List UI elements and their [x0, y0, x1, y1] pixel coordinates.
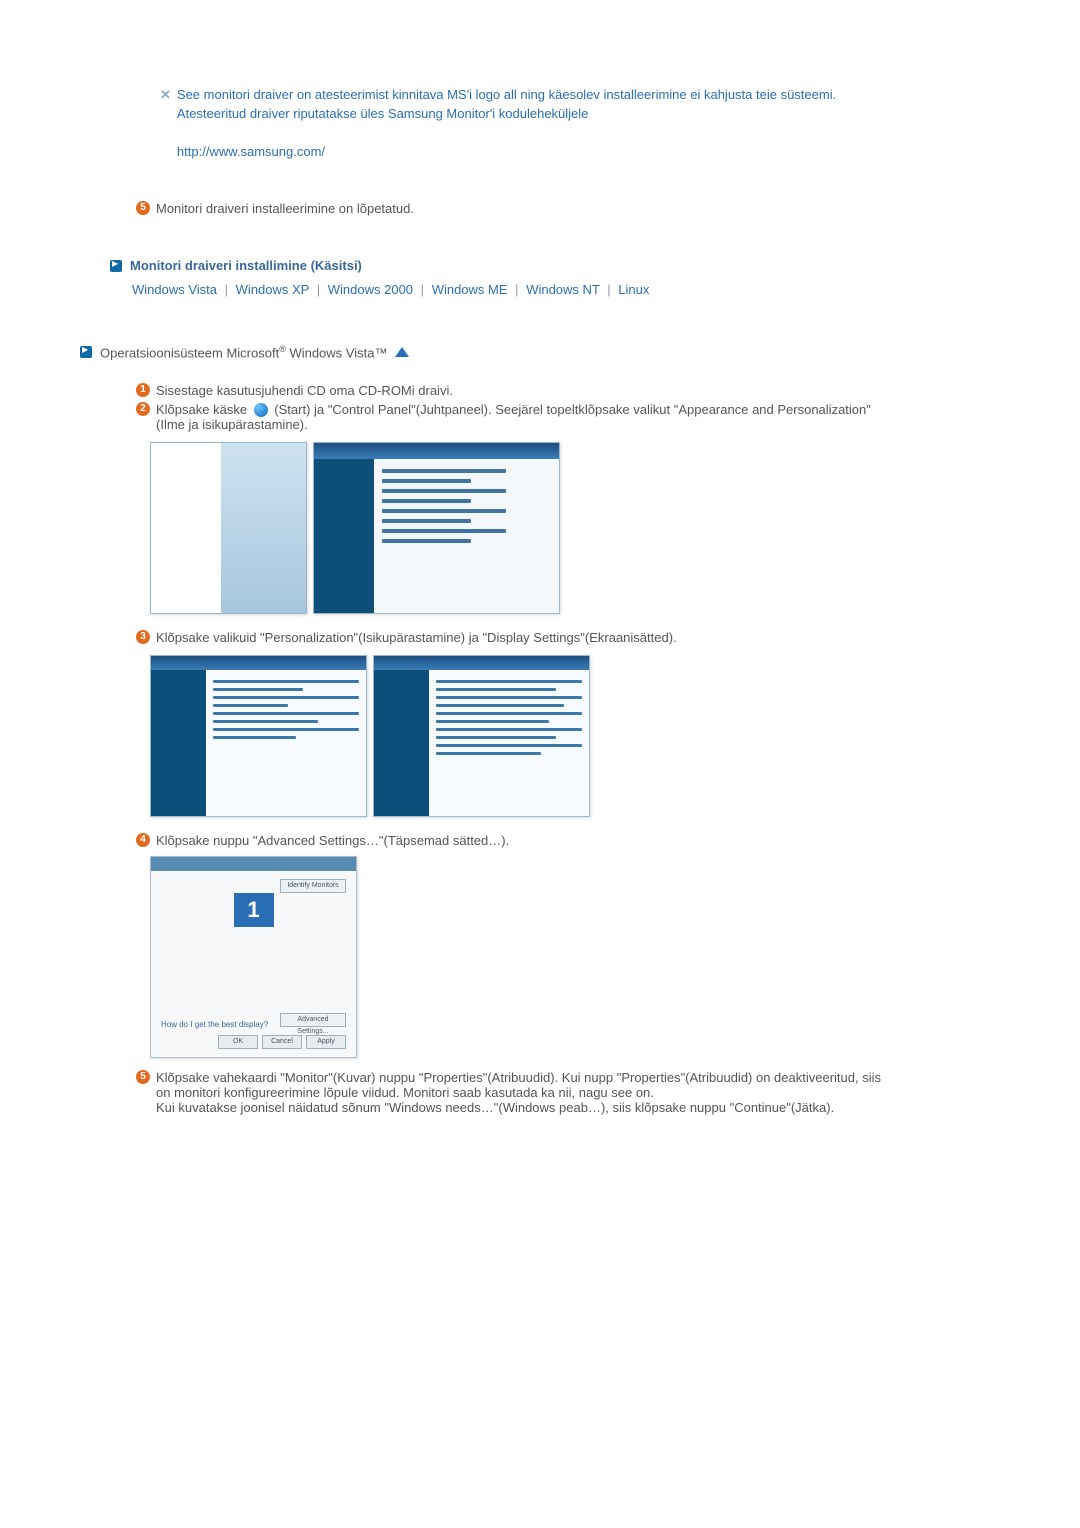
monitor-thumbnail: 1	[234, 893, 274, 927]
step2-text-a: Klõpsake käske	[156, 402, 251, 417]
apply-button[interactable]: Apply	[306, 1035, 346, 1049]
screenshot-display-settings-list	[373, 655, 590, 817]
link-vista[interactable]: Windows Vista	[132, 282, 217, 297]
cancel-button[interactable]: Cancel	[262, 1035, 302, 1049]
manual-heading: Monitori draiveri installimine (Käsitsi)	[130, 258, 362, 273]
intro-line2: Atesteeritud draiver riputatakse üles Sa…	[177, 106, 588, 121]
step-badge-2: 2	[136, 402, 150, 416]
note-x-icon: ✕	[160, 86, 171, 161]
best-display-link[interactable]: How do I get the best display?	[161, 1020, 268, 1029]
link-linux[interactable]: Linux	[618, 282, 649, 297]
os-label-suffix: Windows Vista™	[286, 346, 388, 361]
reg-mark: ®	[279, 344, 286, 354]
step-badge-1: 1	[136, 383, 150, 397]
step5-text: Monitori draiveri installeerimine on lõp…	[156, 201, 890, 216]
ok-button[interactable]: OK	[218, 1035, 258, 1049]
step3-text: Klõpsake valikuid "Personalization"(Isik…	[156, 630, 890, 645]
screenshot-control-panel	[313, 442, 560, 614]
step-badge-3: 3	[136, 630, 150, 644]
step-badge-5: 5	[136, 201, 150, 215]
step1-text: Sisestage kasutusjuhendi CD oma CD-ROMi …	[156, 383, 890, 398]
screenshot-personalization	[150, 655, 367, 817]
step-badge-4: 4	[136, 833, 150, 847]
separator: |	[515, 282, 518, 297]
separator: |	[225, 282, 228, 297]
link-xp[interactable]: Windows XP	[236, 282, 309, 297]
screenshot-start-menu	[150, 442, 307, 614]
os-label-prefix: Operatsioonisüsteem Microsoft	[100, 346, 279, 361]
separator: |	[607, 282, 610, 297]
step4-text: Klõpsake nuppu "Advanced Settings…"(Täps…	[156, 833, 890, 848]
up-triangle-icon	[395, 347, 409, 357]
step-badge-5b: 5	[136, 1070, 150, 1084]
samsung-url[interactable]: http://www.samsung.com/	[177, 144, 325, 159]
separator: |	[317, 282, 320, 297]
step5c-text: Kui kuvatakse joonisel näidatud sõnum "W…	[156, 1100, 834, 1115]
screenshot-display-dialog: Identify Monitors 1 Advanced Settings...…	[150, 856, 357, 1058]
link-nt[interactable]: Windows NT	[526, 282, 599, 297]
separator: |	[421, 282, 424, 297]
step5b-text: Klõpsake vahekaardi "Monitor"(Kuvar) nup…	[156, 1070, 881, 1100]
section-bullet-icon	[80, 346, 92, 358]
intro-line1: See monitori draiver on atesteerimist ki…	[177, 87, 836, 102]
windows-start-orb-icon	[254, 403, 268, 417]
identify-monitors-button[interactable]: Identify Monitors	[280, 879, 346, 893]
section-bullet-icon	[110, 260, 122, 272]
advanced-settings-button[interactable]: Advanced Settings...	[280, 1013, 346, 1027]
link-me[interactable]: Windows ME	[432, 282, 508, 297]
link-2000[interactable]: Windows 2000	[328, 282, 413, 297]
